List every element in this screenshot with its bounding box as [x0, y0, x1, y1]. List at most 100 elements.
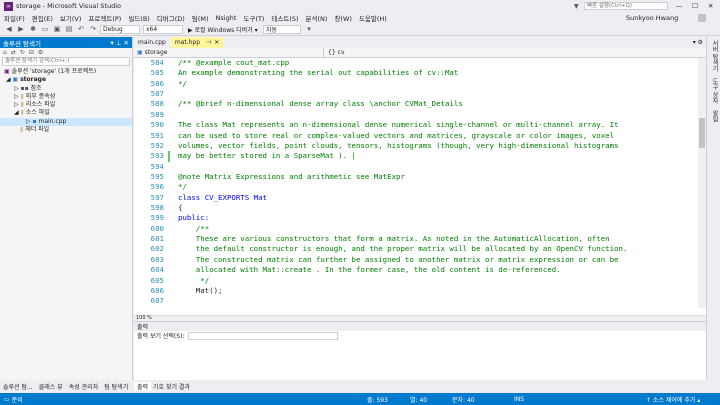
code-line[interactable]: 605 */ [134, 276, 698, 286]
code-line[interactable]: 590 The class Mat represents an n-dimensi… [134, 120, 698, 130]
home-icon[interactable]: ⌂ [3, 49, 7, 56]
close-button[interactable]: ✕ [708, 2, 713, 10]
open-folder-icon[interactable]: ▭ [40, 25, 50, 34]
code-line[interactable]: 598 { [134, 203, 698, 213]
code-line[interactable]: 600 /** [134, 224, 698, 234]
code-line[interactable]: 588 /** @brief n-dimensional dense array … [134, 99, 698, 109]
tree-item-source-files[interactable]: ◢ ▮ 소스 파일 [0, 109, 132, 117]
nav-scope-dropdown[interactable]: {} cv [324, 48, 514, 57]
save-all-icon[interactable]: ▤ [64, 25, 74, 34]
menu-test[interactable]: 테스트(S) [271, 13, 298, 23]
code-line[interactable]: 587 [134, 89, 698, 99]
tab-main-cpp[interactable]: main.cpp [134, 37, 170, 48]
code-line[interactable]: 593 may be better stored in a SparseMat )… [134, 151, 698, 162]
code-line[interactable]: 595 @note Matrix Expressions and arithmet… [134, 172, 698, 182]
minimize-button[interactable]: — [676, 2, 683, 10]
notifications-tab[interactable]: 알림 [710, 110, 719, 122]
tab-team-explorer[interactable]: 팀 탐색기 [101, 382, 131, 391]
code-line[interactable]: 606 Mat(); [134, 286, 698, 296]
tab-property-manager[interactable]: 속성 관리자 [66, 382, 102, 391]
vertical-scrollbar[interactable] [698, 58, 706, 308]
code-line[interactable]: 601 These are various constructors that … [134, 234, 698, 244]
user-name[interactable]: Sunkyoo Hwang [626, 14, 678, 22]
pin-icon[interactable]: ▾ ⊥ ✕ [110, 39, 129, 47]
menu-analyze[interactable]: 분석(N) [306, 13, 328, 23]
references-icon: ▪▪ [20, 84, 31, 92]
code-line[interactable]: 594 [134, 162, 698, 172]
menu-build[interactable]: 빌드(B) [128, 13, 150, 23]
tab-output[interactable]: 출력 [134, 382, 152, 391]
code-line[interactable]: 596 */ [134, 182, 698, 192]
quick-launch-input[interactable]: 빠른 실행(Ctrl+Q) [584, 2, 668, 10]
undo-icon[interactable]: ↶ [76, 25, 86, 34]
code-line[interactable]: 602 the default constructor is enough, a… [134, 244, 698, 254]
vs-logo-icon: ∞ [4, 1, 13, 11]
platform-dropdown[interactable]: x64 [143, 24, 183, 34]
pin-icon[interactable]: ⊣ [206, 39, 211, 46]
tree-item-references[interactable]: ▷ ▪▪ 참조 [0, 85, 132, 93]
redo-icon[interactable]: ↷ [88, 25, 98, 34]
code-line[interactable]: 604 allocated with Mat::create . In the … [134, 265, 698, 275]
line-number: 589 [150, 109, 164, 119]
menu-debug[interactable]: 디버그(D) [157, 13, 185, 23]
tree-item-project[interactable]: ◢ ▣ storage [0, 76, 132, 84]
code-line[interactable]: 607 [134, 296, 698, 306]
run-debugger-button[interactable]: ▶ 로컬 Windows 디버거 ▾ [186, 25, 260, 34]
output-source-dropdown[interactable] [188, 331, 339, 340]
tree-item-solution[interactable]: ▣ 솔루션 'storage' (1개 프로젝트) [0, 68, 132, 76]
code-line[interactable]: 603 The constructed matrix can further b… [134, 255, 698, 265]
tab-overflow-icon[interactable]: ▾ ⚙ [693, 39, 703, 46]
close-tab-icon[interactable]: ✕ [214, 39, 219, 46]
tab-find-symbol-results[interactable]: 기호 찾기 결과 [150, 382, 193, 391]
menu-project[interactable]: 프로젝트(P) [88, 13, 121, 23]
code-line[interactable]: 597 class CV_EXPORTS Mat [134, 193, 698, 203]
properties-icon[interactable]: ⚙ [38, 49, 43, 56]
code-line[interactable]: 589 [134, 110, 698, 120]
line-number: 593 [150, 151, 164, 161]
menu-view[interactable]: 보기(V) [60, 13, 81, 23]
output-source-label: 출력 보기 선택(S): [137, 333, 185, 340]
menu-tools[interactable]: 도구(T) [243, 13, 264, 23]
menu-window[interactable]: 창(W) [334, 13, 351, 23]
code-line[interactable]: 585 An example demonstrating the serial o… [134, 68, 698, 78]
maximize-button[interactable]: ☐ [692, 2, 698, 10]
tab-class-view[interactable]: 클래스 뷰 [36, 382, 66, 391]
code-line[interactable]: 608 /** @overload [134, 307, 698, 308]
tree-item-external-dependencies[interactable]: ▷ ▮ 외부 종속성 [0, 93, 132, 101]
save-icon[interactable]: ▣ [52, 25, 62, 34]
code-line[interactable]: 586 */ [134, 79, 698, 89]
menu-help[interactable]: 도움말(H) [359, 13, 387, 23]
back-icon[interactable]: ◀ [4, 25, 14, 34]
menu-edit[interactable]: 편집(E) [32, 13, 53, 23]
collapse-icon[interactable]: ⊟ [29, 49, 34, 56]
code-line[interactable]: 591 can be used to store real or complex-… [134, 131, 698, 141]
menu-nsight[interactable]: Nsight [216, 14, 237, 22]
code-editor: main.cpp mat.hpp ⊣ ✕ ▾ ⚙ ▣ storage {} cv 584… [134, 37, 706, 315]
toolbar-extra-icon[interactable]: ▾ [304, 25, 314, 34]
toolbox-tab[interactable]: 도구 상자 [710, 78, 719, 104]
tree-item-main-cpp[interactable]: ▷ ▪ main.cpp [0, 117, 132, 127]
tree-item-header-files[interactable]: ▮ 헤더 파일 [0, 126, 132, 134]
nav-project-dropdown[interactable]: ▣ storage [134, 48, 324, 57]
tab-mat-hpp[interactable]: mat.hpp ⊣ ✕ [170, 37, 224, 48]
scroll-thumb[interactable] [699, 118, 705, 148]
code-line[interactable]: 584 /** @example cout_mat.cpp [134, 58, 698, 68]
source-control-button[interactable]: ↑ 소스 제어에 추가 ▴ [646, 395, 700, 404]
code-line[interactable]: 592 volumes, vector fields, point clouds,… [134, 141, 698, 151]
config-dropdown[interactable]: Debug [100, 24, 140, 34]
output-panel: 출력 출력 보기 선택(S): [134, 321, 706, 380]
forward-icon[interactable]: ▶ [16, 25, 26, 34]
menu-file[interactable]: 파일(F) [4, 13, 25, 23]
server-explorer-tab[interactable]: 서버 탐색기 [710, 40, 719, 72]
menu-team[interactable]: 팀(M) [192, 13, 209, 23]
code-area[interactable]: 584 /** @example cout_mat.cpp 585 An exampl… [134, 58, 698, 308]
user-avatar[interactable] [698, 13, 706, 22]
tab-solution-explorer[interactable]: 솔루션 탐... [0, 382, 36, 391]
sync-icon[interactable]: ⇄ [11, 49, 16, 56]
filter-icon[interactable]: ▼ [574, 3, 579, 10]
new-project-icon[interactable]: ✱ [28, 25, 38, 34]
code-line[interactable]: 599 public: [134, 213, 698, 223]
refresh-icon[interactable]: ↻ [20, 49, 25, 56]
run-mode-dropdown[interactable]: 자동 [263, 24, 301, 34]
solution-search-input[interactable]: 솔루션 탐색기 검색(Ctrl+;) [2, 57, 130, 66]
